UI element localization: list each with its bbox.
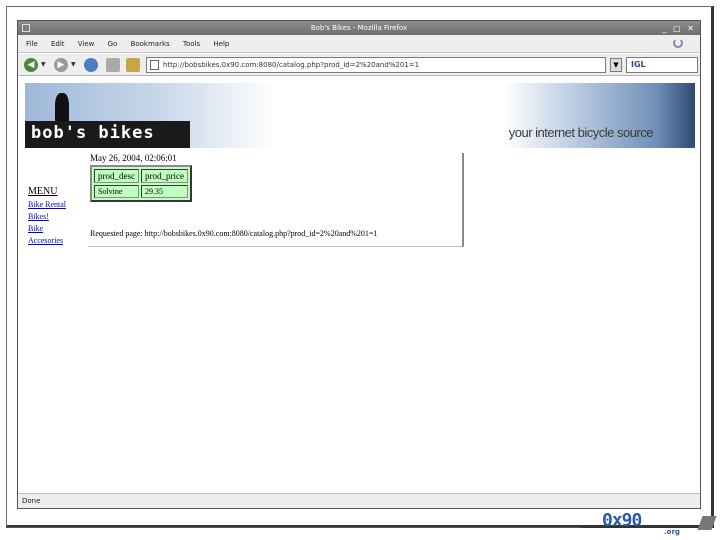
window-menu-icon[interactable] <box>22 24 30 32</box>
menu-view[interactable]: View <box>78 40 95 48</box>
site-banner: bob's bikes your internet bicycle source <box>25 83 695 148</box>
column-header: prod_desc <box>94 169 139 183</box>
menu-tools[interactable]: Tools <box>183 40 200 48</box>
timestamp: May 26, 2004, 02:06:01 <box>90 153 177 163</box>
home-icon[interactable] <box>126 58 140 72</box>
url-dropdown-icon[interactable]: ▼ <box>610 58 622 72</box>
sidebar-menu: MENU Bike Rental Bikes! Bike Accesories <box>28 186 66 247</box>
page-content: bob's bikes your internet bicycle source… <box>18 77 700 493</box>
banner-image-left: bob's bikes <box>25 83 275 148</box>
window-title: Bob's Bikes - Mozilla Firefox <box>310 24 408 32</box>
forward-button[interactable]: ▶ <box>54 58 68 72</box>
url-text[interactable]: http://bobsbikes.0x90.com:8080/catalog.p… <box>163 61 419 69</box>
footer-divider <box>6 527 581 528</box>
sidebar-link-bike-rental[interactable]: Bike Rental <box>28 199 66 211</box>
browser-window: Bob's Bikes - Mozilla Firefox _ □ ✕ File… <box>17 20 701 509</box>
search-input[interactable]: IGL <box>626 57 698 73</box>
status-text: Done <box>22 497 41 505</box>
back-button[interactable]: ◀ <box>24 58 38 72</box>
menu-bar: File Edit View Go Bookmarks Tools Help <box>18 35 700 53</box>
menu-help[interactable]: Help <box>213 40 229 48</box>
requested-page-text: Requested page: http://bobsbikes.0x90.co… <box>90 229 378 238</box>
menu-go[interactable]: Go <box>108 40 118 48</box>
menu-file[interactable]: File <box>26 40 38 48</box>
status-bar: Done <box>18 493 700 508</box>
cyclist-silhouette-icon <box>55 93 69 123</box>
table-header-row: prod_desc prod_price <box>94 169 188 183</box>
title-bar: Bob's Bikes - Mozilla Firefox _ □ ✕ <box>18 21 700 35</box>
site-tagline: your internet bicycle source <box>508 125 654 140</box>
site-logo: bob's bikes <box>31 123 155 143</box>
org-logo-text: 0x90 <box>602 510 642 531</box>
reload-icon[interactable] <box>84 58 98 72</box>
throbber-icon <box>673 38 683 48</box>
window-controls[interactable]: _ □ ✕ <box>663 22 696 36</box>
org-logo-tab-icon <box>697 516 717 530</box>
org-logo-suffix: .org <box>664 528 680 536</box>
menu-edit[interactable]: Edit <box>51 40 65 48</box>
page-icon <box>150 60 159 70</box>
org-logo: 0x90 .org <box>602 510 717 538</box>
sidebar-link-accessories[interactable]: Accesories <box>28 235 66 247</box>
url-bar[interactable]: http://bobsbikes.0x90.com:8080/catalog.p… <box>146 57 606 73</box>
menu-title: MENU <box>28 186 58 197</box>
sidebar-link-bikes[interactable]: Bikes! <box>28 211 66 223</box>
navigation-toolbar: ◀ ▼ ▶ ▼ http://bobsbikes.0x90.com:8080/c… <box>18 54 700 76</box>
table-cell: 29.35 <box>141 185 188 198</box>
menu-bookmarks[interactable]: Bookmarks <box>131 40 170 48</box>
table-cell: Solvine <box>94 185 139 198</box>
sidebar-link-bike[interactable]: Bike <box>28 223 66 235</box>
back-history-dropdown-icon[interactable]: ▼ <box>41 61 46 68</box>
catalog-panel: May 26, 2004, 02:06:01 prod_desc prod_pr… <box>88 153 464 247</box>
product-table: prod_desc prod_price Solvine 29.35 <box>90 165 192 202</box>
column-header: prod_price <box>141 169 188 183</box>
stop-icon[interactable] <box>106 58 120 72</box>
forward-history-dropdown-icon[interactable]: ▼ <box>71 61 76 68</box>
table-row: Solvine 29.35 <box>94 185 188 198</box>
